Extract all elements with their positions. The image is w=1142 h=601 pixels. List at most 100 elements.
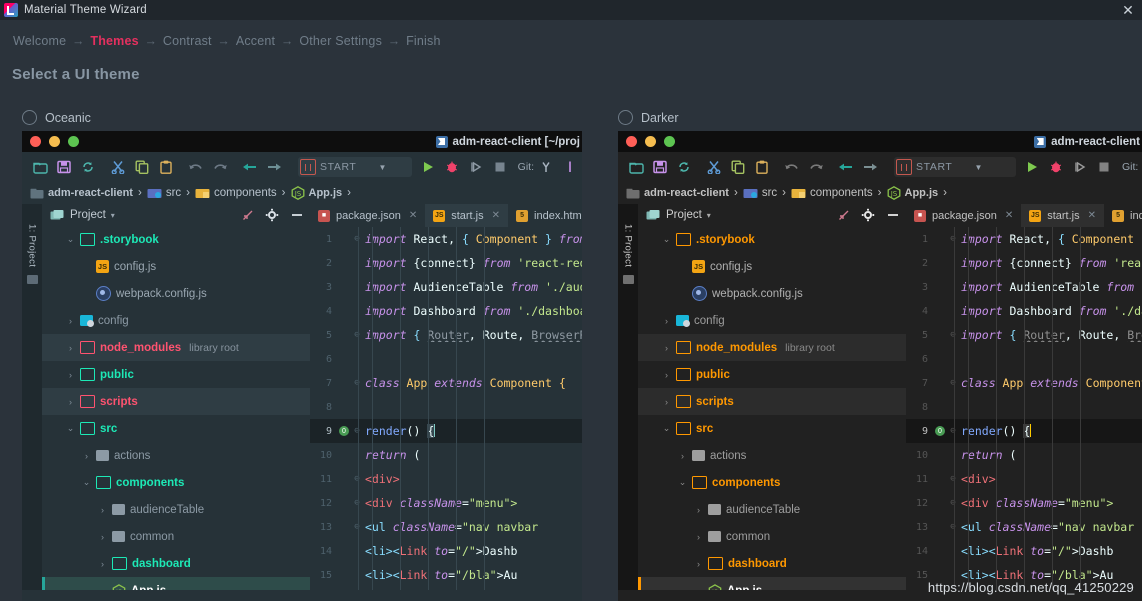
sync-icon[interactable] [672,155,696,179]
gear-icon[interactable] [861,208,875,222]
fold-toggle-icon[interactable]: ⊖ [351,234,363,244]
run-configuration-selector[interactable]: START ▼ [298,157,412,177]
save-icon[interactable] [52,155,76,179]
code-line[interactable]: 6 [906,347,1142,371]
chevron-right-icon[interactable]: › [98,559,107,569]
chevron-down-icon[interactable]: ▾ [707,211,711,220]
tree-row[interactable]: webpack.config.js [42,280,310,307]
code-line[interactable]: 3 import AudienceTable from './audien [906,275,1142,299]
fold-toggle-icon[interactable]: ⊖ [351,498,363,508]
close-tab-icon[interactable]: ✕ [492,210,500,221]
code-line[interactable]: 2 import {connect} from 'react-redux' [906,251,1142,275]
fold-toggle-icon[interactable]: ⊖ [351,474,363,484]
minimize-dot-icon[interactable] [49,136,60,147]
breadcrumb-step-other-settings[interactable]: Other Settings [299,34,382,48]
tree-row[interactable]: ⌄ components [42,469,310,496]
close-tab-icon[interactable]: ✕ [409,210,417,221]
chevron-down-icon[interactable]: ▼ [378,163,386,172]
breakpoint-marker[interactable]: 0 [339,426,349,436]
run-coverage-icon[interactable] [1068,155,1092,179]
code-line[interactable]: 14 <li><Link to="/">Dashb [310,539,582,563]
debug-icon[interactable] [440,155,464,179]
fold-toggle-icon[interactable]: ⊖ [947,474,959,484]
tree-row[interactable]: › common [42,523,310,550]
back-icon[interactable] [834,155,858,179]
code-line[interactable]: 13 ⊖ <ul className="nav navbar [906,515,1142,539]
minimize-dot-icon[interactable] [645,136,656,147]
update-icon[interactable] [558,155,582,179]
chevron-down-icon[interactable]: ⌄ [82,477,91,488]
close-dot-icon[interactable] [626,136,637,147]
code-area-darker[interactable]: 1⊖import React, { Component } from 'r2im… [906,227,1142,590]
chevron-down-icon[interactable]: ▾ [111,211,115,220]
code-line[interactable]: 14 <li><Link to="/">Dashb [906,539,1142,563]
tool-strip-label[interactable]: 1: Project [27,224,38,267]
code-line[interactable]: 1 ⊖import React, { Component } from 'r [310,227,582,251]
editor-tab[interactable]: ■ package.json ✕ [310,204,425,227]
chevron-down-icon[interactable]: ⌄ [66,423,75,434]
run-configuration-selector[interactable]: START ▼ [894,157,1016,177]
breadcrumb-item-appjs[interactable]: JS App.js [887,186,938,200]
fold-toggle-icon[interactable]: ⊖ [351,330,363,340]
run-coverage-icon[interactable] [464,155,488,179]
tree-row[interactable]: › node_modules library root [638,334,906,361]
project-strip-icon[interactable] [26,275,38,285]
chevron-right-icon[interactable]: › [66,343,75,353]
paste-icon[interactable] [154,155,178,179]
save-icon[interactable] [648,155,672,179]
code-line[interactable]: 6 [310,347,582,371]
sync-icon[interactable] [76,155,100,179]
code-line-current[interactable]: 9 0 ⊖ render() { [906,419,1142,443]
chevron-right-icon[interactable]: › [662,316,671,326]
code-line[interactable]: 7 ⊖class App extends Component { [310,371,582,395]
fold-toggle-icon[interactable]: ⊖ [947,522,959,532]
close-icon[interactable]: ✕ [1120,2,1136,18]
editor-tab[interactable]: JS start.js ✕ [1021,204,1105,227]
breadcrumb-item-project[interactable]: adm-react-client [30,187,133,199]
tree-row[interactable]: › audienceTable [638,496,906,523]
radio-darker[interactable] [618,110,633,125]
breadcrumb-item-appjs[interactable]: JS App.js [291,186,342,200]
code-line[interactable]: 1 ⊖import React, { Component } from 'r [906,227,1142,251]
code-line[interactable]: 5 ⊖import { Router, Route, BrowserRout [906,323,1142,347]
tree-row[interactable]: › audienceTable [42,496,310,523]
chevron-right-icon[interactable]: › [66,370,75,380]
chevron-right-icon[interactable]: › [98,505,107,515]
debug-icon[interactable] [1044,155,1068,179]
code-line[interactable]: 5 ⊖import { Router, Route, BrowserRout [310,323,582,347]
breadcrumb-step-finish[interactable]: Finish [406,34,441,48]
tree-row-selected[interactable]: JS App.js [42,577,310,590]
close-tab-icon[interactable]: ✕ [1088,210,1096,221]
tree-row[interactable]: ⌄ src [638,415,906,442]
breakpoint-marker[interactable]: 0 [935,426,945,436]
tree-row[interactable]: ⌄ .storybook [638,226,906,253]
theme-option-oceanic[interactable]: Oceanic [22,110,91,125]
fold-toggle-icon[interactable]: ⊖ [351,426,363,436]
chevron-right-icon[interactable]: › [662,397,671,407]
chevron-right-icon[interactable]: › [694,505,703,515]
code-line[interactable]: 2 import {connect} from 'react-redux' [310,251,582,275]
chevron-right-icon[interactable]: › [98,532,107,542]
branch-icon[interactable] [534,155,558,179]
tree-row[interactable]: › config [42,307,310,334]
tree-row[interactable]: › public [638,361,906,388]
code-line[interactable]: 13 ⊖ <ul className="nav navbar [310,515,582,539]
tool-strip-label[interactable]: 1: Project [623,224,634,267]
gear-icon[interactable] [265,208,279,222]
back-icon[interactable] [238,155,262,179]
fold-toggle-icon[interactable]: ⊖ [947,426,959,436]
fold-toggle-icon[interactable]: ⊖ [351,522,363,532]
chevron-right-icon[interactable]: › [662,370,671,380]
cut-icon[interactable] [702,155,726,179]
tree-row[interactable]: ⌄ .storybook [42,226,310,253]
close-tab-icon[interactable]: ✕ [1005,210,1013,221]
tree-row[interactable]: ⌄ components [638,469,906,496]
open-folder-icon[interactable] [28,155,52,179]
code-line[interactable]: 12 ⊖ <div className="menu"> [906,491,1142,515]
forward-icon[interactable] [262,155,286,179]
collapse-all-icon[interactable] [241,209,254,221]
code-line[interactable]: 3 import AudienceTable from './audien [310,275,582,299]
chevron-right-icon[interactable]: › [66,316,75,326]
run-icon[interactable] [1020,155,1044,179]
chevron-right-icon[interactable]: › [66,397,75,407]
